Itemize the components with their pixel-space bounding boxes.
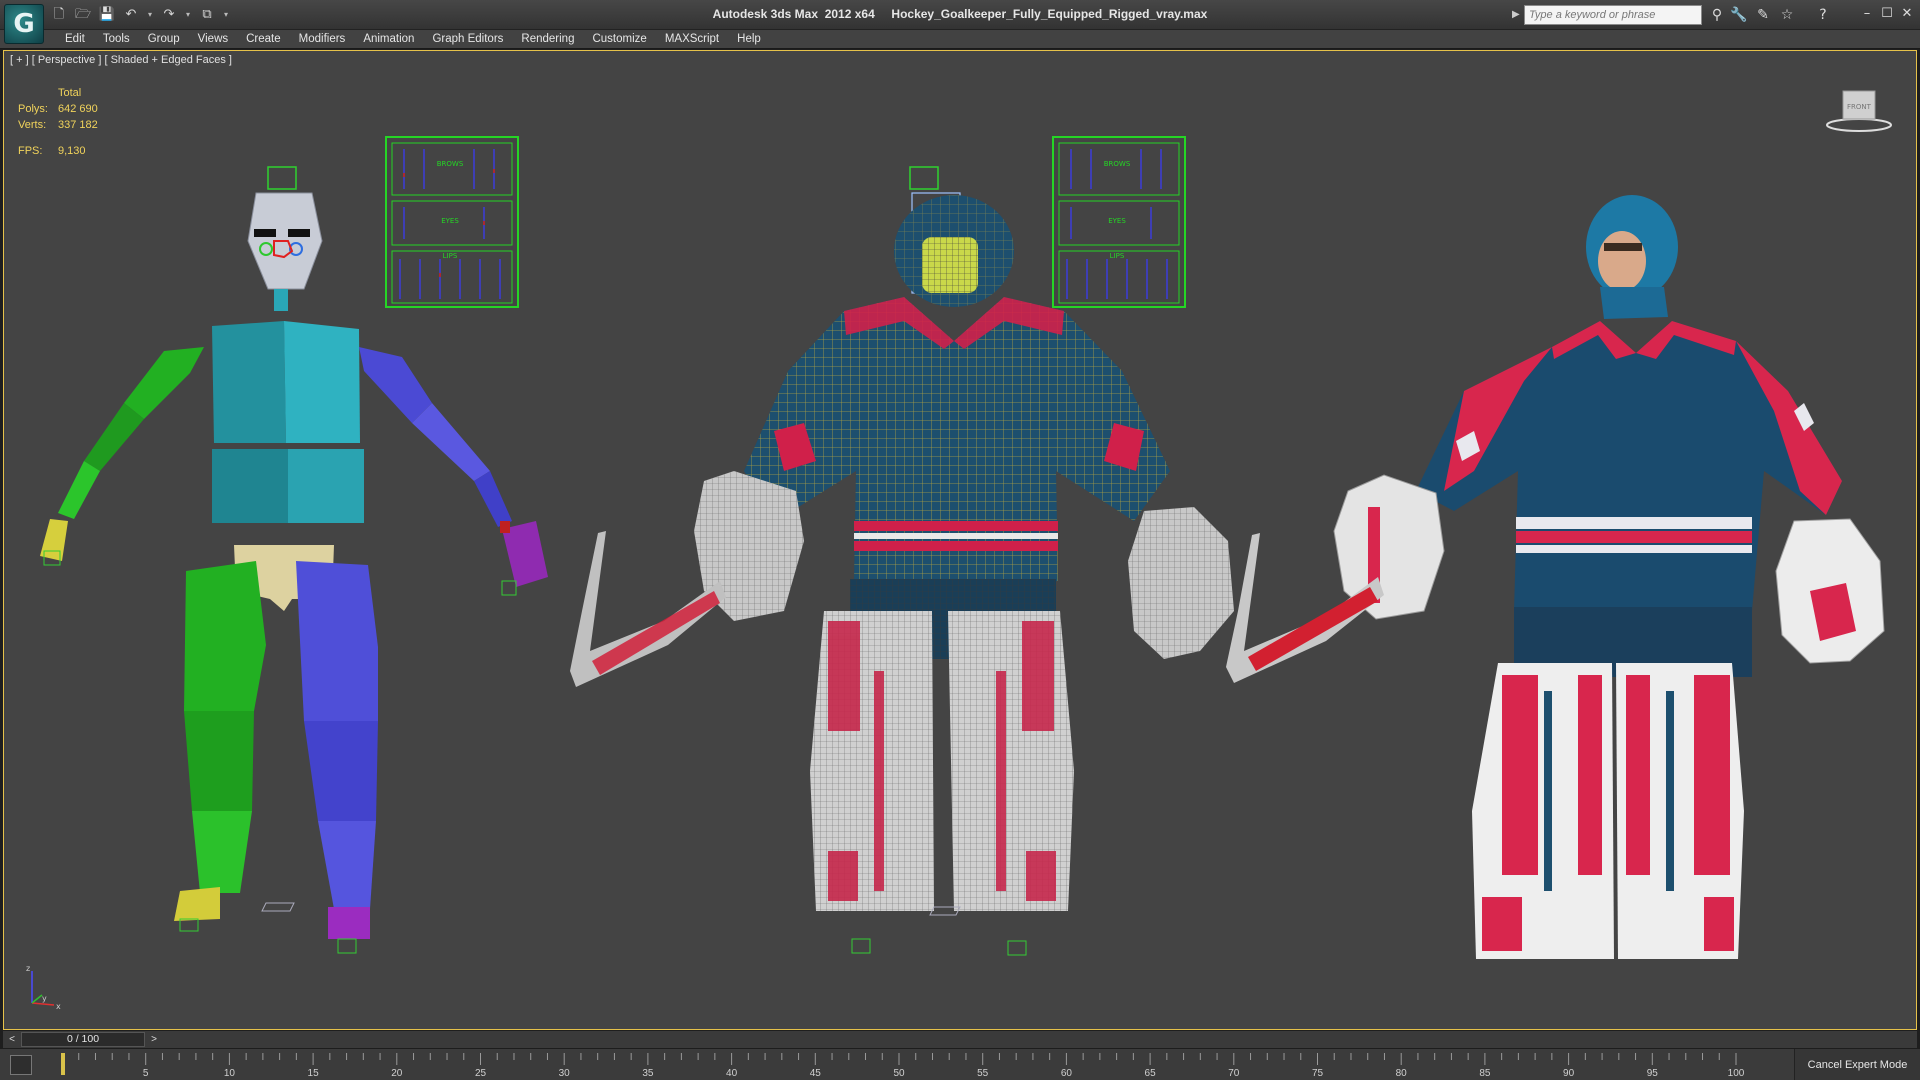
help-icon[interactable]: ? bbox=[1814, 6, 1832, 24]
frame-tick-label: 85 bbox=[1479, 1068, 1491, 1079]
polys-label: Polys: bbox=[18, 103, 48, 115]
application-button[interactable]: G bbox=[4, 4, 44, 44]
minimize-button[interactable]: – bbox=[1858, 5, 1876, 23]
eyes-label-1: EYES bbox=[441, 217, 459, 225]
lips-label-2: LIPS bbox=[1110, 252, 1125, 260]
menu-edit[interactable]: Edit bbox=[56, 30, 94, 49]
frame-tick-label: 75 bbox=[1312, 1068, 1324, 1079]
frame-tick-label: 15 bbox=[308, 1068, 320, 1079]
menu-rendering[interactable]: Rendering bbox=[512, 30, 583, 49]
menu-help[interactable]: Help bbox=[728, 30, 770, 49]
maximize-button[interactable]: ☐ bbox=[1878, 5, 1896, 23]
time-slider[interactable]: < 0 / 100 > bbox=[3, 1031, 1917, 1048]
curve-editor-icon[interactable] bbox=[10, 1055, 32, 1075]
perspective-viewport[interactable]: BROWS EYES LIPS BROWS EYES LIPS [+] [… bbox=[3, 50, 1917, 1030]
frame-tick-label: 70 bbox=[1228, 1068, 1240, 1079]
verts-label: Verts: bbox=[18, 119, 47, 131]
viewport-label[interactable]: [ + ] [ Perspective ] [ Shaded + Edged F… bbox=[10, 54, 232, 66]
communication-center-icon[interactable]: ✎ bbox=[1754, 6, 1772, 24]
new-file-icon[interactable]: 🗋 bbox=[50, 7, 68, 23]
frame-tick-label: 55 bbox=[977, 1068, 989, 1079]
stats-header: Total bbox=[58, 87, 82, 99]
menu-maxscript[interactable]: MAXScript bbox=[656, 30, 728, 49]
menu-create[interactable]: Create bbox=[237, 30, 290, 49]
menu-tools[interactable]: Tools bbox=[94, 30, 139, 49]
frame-tick-label: 35 bbox=[642, 1068, 654, 1079]
verts-value: 337 182 bbox=[58, 119, 98, 131]
close-button[interactable]: ✕ bbox=[1898, 5, 1916, 23]
frame-tick-label: 30 bbox=[559, 1068, 571, 1079]
title-bar: 🗋 🗁 💾 ↶ ▾ ↷ ▾ ⧉ ▾ Autodesk 3ds Max 2012 x64 Hock… bbox=[0, 0, 1920, 30]
rig-skeleton[interactable] bbox=[40, 166, 548, 954]
quick-access-toolbar: 🗋 🗁 💾 ↶ ▾ ↷ ▾ ⧉ ▾ bbox=[50, 6, 230, 24]
frame-tick-label: 25 bbox=[475, 1068, 487, 1079]
current-frame-marker[interactable] bbox=[61, 1053, 65, 1075]
menu-bar: Edit Tools Group Views Create Modifiers Animat… bbox=[0, 30, 1920, 49]
undo-icon[interactable]: ↶ bbox=[122, 7, 140, 23]
menu-group[interactable]: Group bbox=[139, 30, 189, 49]
frame-tick-label: 90 bbox=[1563, 1068, 1575, 1079]
frame-tick-label: 100 bbox=[1728, 1068, 1745, 1079]
frame-tick-label: 80 bbox=[1396, 1068, 1408, 1079]
viewport-statistics: Total Polys: 642 690 Verts: 337 182 FPS: 9,… bbox=[18, 85, 138, 159]
rendered-goalie-model[interactable] bbox=[1226, 195, 1885, 959]
frame-tick-label: 65 bbox=[1145, 1068, 1157, 1079]
dropdown-arrow-icon[interactable]: ▾ bbox=[184, 7, 192, 23]
frame-tick-label: 5 bbox=[143, 1068, 149, 1079]
previous-frame-button[interactable]: < bbox=[5, 1032, 19, 1047]
viewcube-front-label[interactable]: FRONT bbox=[1847, 103, 1872, 111]
axis-y-label: y bbox=[42, 994, 47, 1003]
save-icon[interactable]: 💾 bbox=[98, 7, 116, 23]
menu-views[interactable]: Views bbox=[189, 30, 237, 49]
open-file-icon[interactable]: 🗁 bbox=[74, 7, 92, 23]
menu-customize[interactable]: Customize bbox=[583, 30, 655, 49]
scene-canvas[interactable]: BROWS EYES LIPS BROWS EYES LIPS bbox=[4, 51, 1917, 1030]
redo-icon[interactable]: ↷ bbox=[160, 7, 178, 23]
time-slider-thumb[interactable]: 0 / 100 bbox=[21, 1032, 145, 1047]
wireframe-goalie-model[interactable] bbox=[570, 166, 1234, 956]
eyes-label-2: EYES bbox=[1108, 217, 1126, 225]
viewcube[interactable]: FRONT bbox=[1824, 85, 1894, 135]
frame-tick-label: 20 bbox=[391, 1068, 403, 1079]
menu-animation[interactable]: Animation bbox=[354, 30, 423, 49]
polys-value: 642 690 bbox=[58, 103, 98, 115]
fps-label: FPS: bbox=[18, 145, 43, 157]
subscription-icon[interactable]: 🔧 bbox=[1730, 6, 1748, 24]
fps-value: 9,130 bbox=[58, 145, 86, 157]
axis-z-label: z bbox=[26, 964, 30, 973]
app-logo-icon: G bbox=[13, 9, 35, 39]
next-frame-button[interactable]: > bbox=[147, 1032, 161, 1047]
frame-tick-label: 95 bbox=[1647, 1068, 1659, 1079]
brows-label-1: BROWS bbox=[437, 160, 464, 168]
binoculars-icon[interactable]: ⚲ bbox=[1708, 6, 1726, 24]
menu-graph-editors[interactable]: Graph Editors bbox=[423, 30, 512, 49]
search-expand-icon[interactable]: ▶ bbox=[1512, 9, 1520, 20]
project-folder-icon[interactable]: ⧉ bbox=[198, 7, 216, 23]
search-input[interactable] bbox=[1524, 5, 1702, 25]
favorites-icon[interactable]: ☆ bbox=[1778, 6, 1796, 24]
cancel-expert-mode-button[interactable]: Cancel Expert Mode bbox=[1794, 1049, 1920, 1080]
dropdown-arrow-icon[interactable]: ▾ bbox=[146, 7, 154, 23]
axis-x-label: x bbox=[56, 1002, 61, 1011]
frame-tick-label: 45 bbox=[810, 1068, 822, 1079]
brows-label-2: BROWS bbox=[1104, 160, 1131, 168]
track-bar-ruler[interactable]: 5 10 15 20 25 30 35 40 45 50 55 60 65 70 75 80 85 90 95 100 bbox=[60, 1051, 1780, 1079]
dropdown-arrow-icon[interactable]: ▾ bbox=[222, 7, 230, 23]
frame-tick-label: 60 bbox=[1061, 1068, 1073, 1079]
axis-tripod: y x z bbox=[26, 964, 61, 1011]
frame-tick-label: 40 bbox=[726, 1068, 738, 1079]
menu-modifiers[interactable]: Modifiers bbox=[290, 30, 355, 49]
frame-tick-label: 10 bbox=[224, 1068, 236, 1079]
frame-tick-label: 50 bbox=[893, 1068, 905, 1079]
lips-label-1: LIPS bbox=[443, 252, 458, 260]
track-bar: 5 10 15 20 25 30 35 40 45 50 55 60 65 70 75 80 85 90 95 100… bbox=[0, 1048, 1920, 1080]
